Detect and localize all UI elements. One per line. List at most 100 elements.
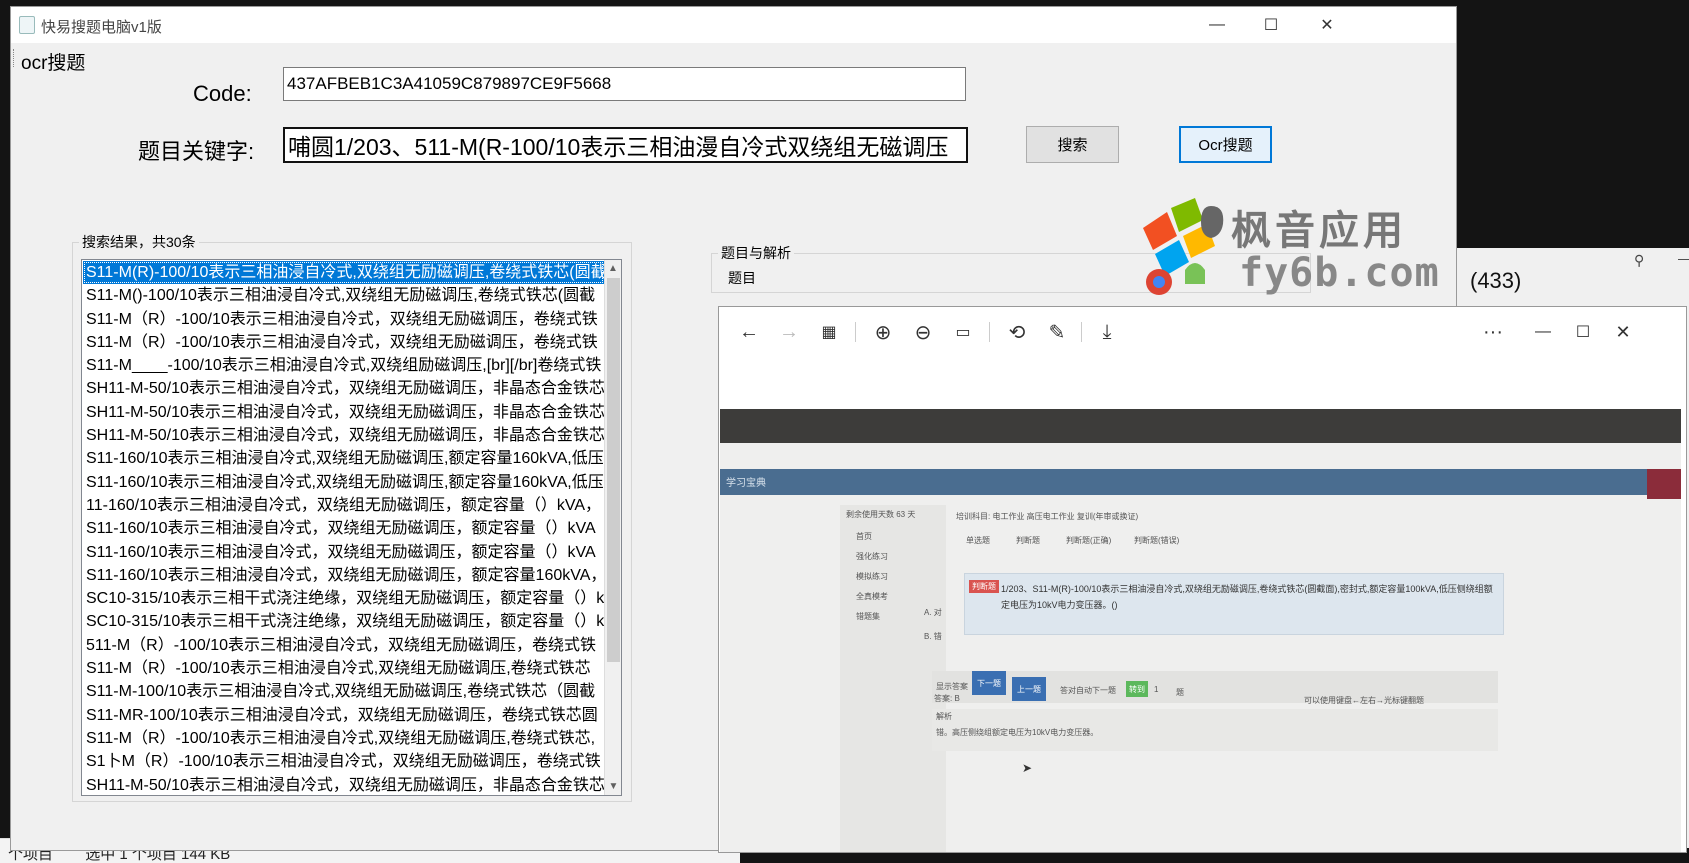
photo-question-tag: 判断题 (969, 580, 999, 593)
result-item[interactable]: SH11-M-50/10表示三相油浸自冷式，双绕组无励磁调压，非晶态合金铁芯 (83, 377, 604, 400)
photo-tab: 判断题 (1016, 536, 1040, 545)
code-label: Code: (193, 81, 252, 106)
rotate-button[interactable]: ⟲ (1001, 317, 1033, 347)
photo-analysis-label: 解析 (936, 712, 952, 721)
toolbar-divider (989, 322, 990, 342)
result-item[interactable]: S11-160/10表示三相油浸自冷式，双绕组无励磁调压，额定容量（）kVA (83, 541, 604, 564)
photo-answer: 答案: B (934, 694, 960, 703)
scroll-down-icon[interactable]: ▼ (605, 778, 621, 795)
gallery-button[interactable]: ▦ (813, 317, 845, 347)
result-item[interactable]: S11-M()-100/10表示三相油浸自冷式,双绕组无励磁调压,卷绕式铁芯(圆… (83, 284, 604, 307)
item-count: (433) (1470, 268, 1522, 293)
photo-monitor-bezel (720, 409, 1681, 443)
result-item[interactable]: S11-MR-100/10表示三相油浸自冷式，双绕组无励磁调压，卷绕式铁芯圆 (83, 704, 604, 727)
results-list[interactable]: S11-M(R)-100/10表示三相油浸自冷式,双绕组无励磁调压,卷绕式铁芯(… (81, 259, 622, 796)
zoom-in-button[interactable]: ⊕ (867, 317, 899, 347)
viewer-close-button[interactable]: ✕ (1607, 317, 1639, 347)
photo-red-button (1647, 469, 1681, 499)
viewer-maximize-button[interactable]: ☐ (1567, 317, 1599, 347)
result-item[interactable]: SH11-M-50/10表示三相油浸自冷式，双绕组无励磁调压，非晶态合金铁芯 (83, 774, 604, 795)
toolbar-divider (1081, 322, 1082, 342)
arrow-left-icon: ← (739, 320, 759, 343)
result-item[interactable]: S11-M____-100/10表示三相油浸自冷式,双绕组励磁调压,[br][/… (83, 354, 604, 377)
close-button[interactable]: ✕ (1299, 7, 1355, 43)
scroll-thumb[interactable] (607, 278, 620, 662)
pin-icon[interactable]: ⚲ (1634, 252, 1644, 269)
result-item[interactable]: S11-M（R）-100/10表示三相油浸自冷式,双绕组无励磁调压,卷绕式铁芯, (83, 727, 604, 750)
result-item[interactable]: 11-160/10表示三相油浸自冷式，双绕组无励磁调压，额定容量（）kVA， (83, 494, 604, 517)
keyword-input[interactable]: 哺圆1/203、511-M(R-100/10表示三相油漫自冷式双绕组无磁调压 (283, 127, 968, 163)
minimize-button[interactable]: — (1189, 7, 1245, 43)
menu-ocr[interactable]: ocr搜题 (21, 48, 85, 75)
photo-viewer-window: ← → ▦ ⊕ ⊖ ▭ ⟲ ✎ ⤓ ··· — ☐ ✕ 学习宝典 剩余使用天数 … (718, 306, 1687, 853)
menu-grip (13, 49, 16, 67)
search-button[interactable]: 搜索 (1026, 126, 1119, 163)
window-title: 快易搜题电脑v1版 (41, 19, 162, 36)
zoom-out-icon: ⊖ (914, 321, 932, 344)
actual-size-icon: ▭ (955, 324, 971, 341)
result-item[interactable]: S1卜M（R）-100/10表示三相油浸自冷式，双绕组无励磁调压，卷绕式铁 (83, 750, 604, 773)
photo-sidebar-item: 模拟练习 (856, 572, 888, 581)
watermark-title: 枫音应用 (1231, 208, 1407, 254)
photo-sidebar-item: 强化练习 (856, 552, 888, 561)
arrow-right-icon: → (779, 320, 799, 343)
maximize-button[interactable]: ☐ (1243, 7, 1299, 43)
watermark-logo: 枫音应用 fy6b.com (1133, 198, 1473, 298)
minimize-icon: — (1209, 16, 1225, 33)
photo-tab: 判断题(正确) (1066, 536, 1112, 545)
result-item[interactable]: S11-M(R)-100/10表示三相油浸自冷式,双绕组无励磁调压,卷绕式铁芯(… (83, 261, 604, 285)
photo-hint: 可以使用键盘←左右→光标键翻题 (1304, 696, 1424, 705)
results-scrollbar[interactable]: ▲ ▼ (604, 260, 621, 795)
close-icon: ✕ (1320, 17, 1334, 34)
photo-next-button: 下一题 (972, 671, 1006, 695)
result-item[interactable]: SC10-315/10表示三相干式浇注绝缘，双绕组无励磁调压，额定容量（）k (83, 587, 604, 610)
mouse-cursor-icon: ➤ (1022, 761, 1033, 775)
minimize-icon: — (1535, 323, 1551, 340)
maximize-icon: ☐ (1575, 324, 1591, 341)
scroll-up-icon[interactable]: ▲ (605, 260, 621, 277)
photo-show-answer: 显示答案 (936, 682, 968, 691)
minimize-icon[interactable]: — (1678, 250, 1689, 266)
actual-size-button[interactable]: ▭ (947, 317, 979, 347)
zoom-out-button[interactable]: ⊖ (907, 317, 939, 347)
result-item[interactable]: S11-M（R）-100/10表示三相油浸自冷式，双绕组无励磁调压，卷绕式铁 (83, 308, 604, 331)
result-item[interactable]: SC10-315/10表示三相干式浇注绝缘，双绕组无励磁调压，额定容量（）k (83, 610, 604, 633)
download-icon: ⤓ (1102, 320, 1112, 343)
results-items: S11-M(R)-100/10表示三相油浸自冷式,双绕组无励磁调压,卷绕式铁芯(… (83, 261, 604, 795)
more-button[interactable]: ··· (1477, 317, 1509, 347)
viewer-minimize-button[interactable]: — (1527, 317, 1559, 347)
photo-sidebar-item: 全真模考 (856, 592, 888, 601)
title-bar[interactable]: 快易搜题电脑v1版 — ☐ ✕ (11, 7, 1456, 43)
result-item[interactable]: 511-M（R）-100/10表示三相油浸自冷式，双绕组无励磁调压，卷绕式铁 (83, 634, 604, 657)
edit-button[interactable]: ✎ (1041, 317, 1073, 347)
result-item[interactable]: S11-M-100/10表示三相油浸自冷式,双绕组无励磁调压,卷绕式铁芯（圆截 (83, 680, 604, 703)
photo-image: 学习宝典 剩余使用天数 63 天 首页 强化练习 模拟练习 全真模考 错题集 培… (720, 409, 1681, 852)
ocr-search-button[interactable]: Ocr搜题 (1179, 126, 1272, 163)
code-input[interactable]: 437AFBEB1C3A41059C879897CE9F5668 (283, 67, 966, 101)
viewer-toolbar: ← → ▦ ⊕ ⊖ ▭ ⟲ ✎ ⤓ ··· — ☐ ✕ (719, 307, 1686, 357)
keyword-label: 题目关键字: (138, 139, 255, 164)
result-item[interactable]: S11-160/10表示三相油浸自冷式，双绕组无励磁调压，额定容量（）kVA (83, 517, 604, 540)
result-item[interactable]: S11-160/10表示三相油浸自冷式,双绕组无励磁调压,额定容量160kVA,… (83, 471, 604, 494)
toolbar-divider (855, 322, 856, 342)
result-item[interactable]: S11-160/10表示三相油浸自冷式，双绕组无励磁调压，额定容量160kVA， (83, 564, 604, 587)
zoom-in-icon: ⊕ (874, 321, 892, 344)
app-icon (19, 16, 35, 34)
photo-jump-button: 转到 (1126, 681, 1148, 697)
result-item[interactable]: S11-M（R）-100/10表示三相油浸自冷式,双绕组无励磁调压,卷绕式铁芯 (83, 657, 604, 680)
rotate-icon: ⟲ (1008, 321, 1026, 344)
photo-question-text: 1/203、S11-M(R)-100/10表示三相油浸自冷式,双绕组无励磁调压,… (1001, 584, 1493, 610)
photo-page-input: 1 (1154, 685, 1159, 694)
photo-header-band (720, 469, 1681, 495)
photo-option-b: B. 错 (924, 632, 942, 641)
result-item[interactable]: S11-160/10表示三相油浸自冷式,双绕组无励磁调压,额定容量160kVA,… (83, 447, 604, 470)
save-button[interactable]: ⤓ (1091, 317, 1123, 347)
photo-band-text: 学习宝典 (726, 478, 766, 489)
maximize-icon: ☐ (1263, 17, 1279, 34)
result-item[interactable]: SH11-M-50/10表示三相油浸自冷式，双绕组无励磁调压，非晶态合金铁芯 (83, 401, 604, 424)
photo-auto-next: 答对自动下一题 (1060, 686, 1116, 695)
result-item[interactable]: S11-M（R）-100/10表示三相油浸自冷式，双绕组无励磁调压，卷绕式铁 (83, 331, 604, 354)
result-item[interactable]: SH11-M-50/10表示三相油浸自冷式，双绕组无励磁调压，非晶态合金铁芯 (83, 424, 604, 447)
forward-button[interactable]: → (773, 317, 805, 347)
back-button[interactable]: ← (733, 317, 765, 347)
